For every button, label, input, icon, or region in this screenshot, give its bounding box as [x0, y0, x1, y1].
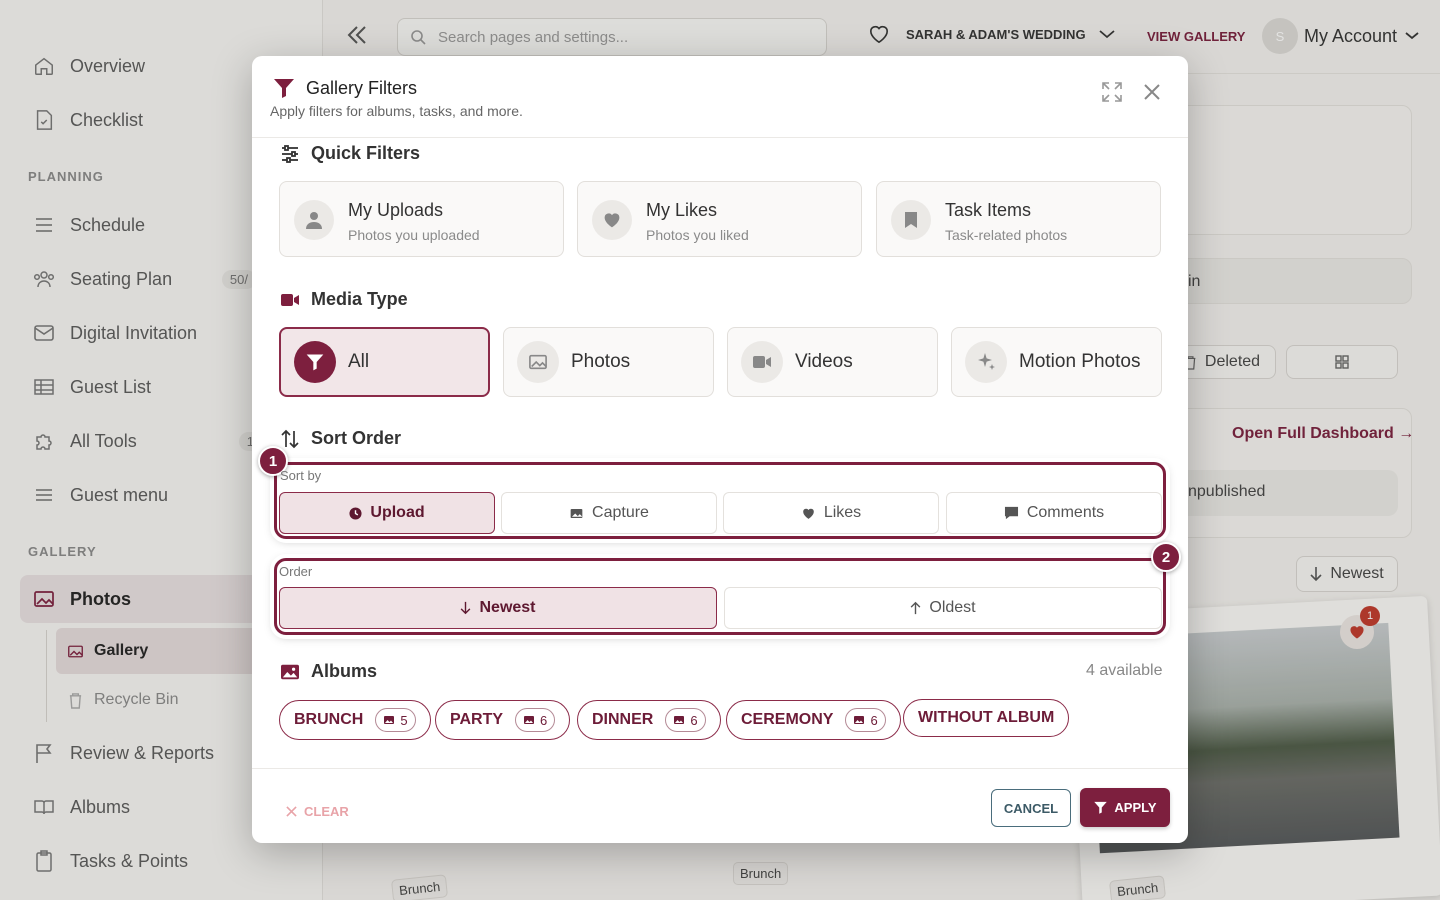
image-icon	[280, 663, 300, 681]
album-count-badge: 6	[515, 708, 556, 732]
heart-icon	[592, 200, 632, 240]
album-chip-without-album[interactable]: WITHOUT ALBUM	[903, 699, 1070, 737]
media-type-label: All	[348, 351, 370, 372]
clear-button[interactable]: CLEAR	[286, 804, 349, 819]
order-label: Order	[279, 564, 313, 579]
expand-icon[interactable]	[1100, 80, 1124, 109]
section-albums: Albums	[280, 661, 377, 682]
media-type-photos[interactable]: Photos	[503, 327, 714, 397]
arrow-down-icon	[460, 601, 471, 615]
sort-by-label-text: Likes	[823, 504, 862, 521]
cancel-button[interactable]: CANCEL	[991, 789, 1071, 827]
sort-by-label: Sort by	[280, 468, 322, 483]
heart-icon	[801, 507, 816, 520]
sort-by-label-text: Upload	[370, 504, 425, 521]
close-icon[interactable]	[1142, 82, 1162, 107]
section-media-type: Media Type	[280, 289, 408, 310]
sort-by-capture[interactable]: Capture	[501, 492, 717, 534]
album-count-badge: 5	[375, 708, 416, 732]
album-count-badge: 6	[665, 708, 706, 732]
sparkle-icon	[965, 341, 1007, 383]
album-chip-party[interactable]: PARTY 6	[435, 700, 571, 740]
section-sort-order: Sort Order	[280, 428, 401, 449]
album-name: PARTY	[450, 711, 504, 728]
album-count-badge: 6	[845, 708, 886, 732]
quick-filter-subtitle: Photos you liked	[646, 227, 749, 243]
funnel-icon	[294, 341, 336, 383]
media-type-label: Videos	[795, 351, 853, 372]
quick-filter-title: Task Items	[945, 200, 1032, 220]
media-type-label: Photos	[571, 351, 631, 372]
funnel-icon	[272, 76, 296, 105]
album-name: BRUNCH	[294, 711, 364, 728]
media-type-all[interactable]: All	[279, 327, 490, 397]
album-count: 5	[400, 712, 408, 728]
album-count: 6	[690, 712, 698, 728]
modal-header: Gallery Filters Apply filters for albums…	[252, 56, 1188, 138]
image-icon	[853, 715, 865, 725]
order-label-text: Newest	[479, 599, 536, 616]
order-oldest[interactable]: Oldest	[724, 587, 1162, 629]
album-chip-dinner[interactable]: DINNER 6	[577, 700, 721, 740]
clock-icon	[349, 506, 362, 520]
media-type-videos[interactable]: Videos	[727, 327, 938, 397]
image-icon	[569, 507, 584, 520]
apply-label: APPLY	[1114, 800, 1157, 815]
media-type-label: Motion Photos	[1019, 351, 1141, 372]
highlight-number: 2	[1151, 542, 1181, 572]
modal-footer: CLEAR CANCEL APPLY	[252, 768, 1188, 843]
sort-by-upload[interactable]: Upload	[279, 492, 495, 534]
image-icon	[383, 715, 395, 725]
sort-by-label-text: Capture	[592, 504, 649, 521]
comment-icon	[1004, 506, 1019, 520]
video-camera-icon	[280, 292, 300, 308]
section-title-text: Sort Order	[311, 428, 402, 448]
sort-by-likes[interactable]: Likes	[723, 492, 939, 534]
image-icon	[673, 715, 685, 725]
sliders-icon	[280, 144, 300, 163]
quick-filter-title: My Uploads	[348, 200, 444, 220]
album-name: CEREMONY	[741, 711, 834, 728]
gallery-filters-modal: Gallery Filters Apply filters for albums…	[252, 56, 1188, 843]
quick-filter-subtitle: Task-related photos	[945, 227, 1068, 243]
modal-subtitle: Apply filters for albums, tasks, and mor…	[270, 103, 523, 119]
quick-filter-my-likes[interactable]: My Likes Photos you liked	[577, 181, 862, 257]
sort-by-label-text: Comments	[1026, 504, 1105, 521]
quick-filter-subtitle: Photos you uploaded	[348, 227, 480, 243]
apply-button[interactable]: APPLY	[1080, 788, 1170, 827]
order-newest[interactable]: Newest	[279, 587, 717, 629]
sort-by-comments[interactable]: Comments	[946, 492, 1162, 534]
album-count: 6	[540, 712, 548, 728]
bookmark-icon	[891, 200, 931, 240]
image-icon	[523, 715, 535, 725]
arrow-up-icon	[910, 601, 921, 615]
album-count: 6	[870, 712, 878, 728]
sort-arrows-icon	[280, 429, 300, 449]
order-label-text: Oldest	[929, 599, 976, 616]
video-camera-icon	[741, 341, 783, 383]
section-quick-filters: Quick Filters	[280, 143, 420, 164]
album-name: WITHOUT ALBUM	[918, 709, 1055, 726]
user-icon	[294, 200, 334, 240]
section-title-text: Media Type	[311, 289, 408, 309]
clear-label: CLEAR	[304, 804, 349, 819]
section-title-text: Quick Filters	[311, 143, 421, 163]
funnel-icon	[1093, 800, 1108, 815]
quick-filter-my-uploads[interactable]: My Uploads Photos you uploaded	[279, 181, 564, 257]
section-title-text: Albums	[311, 661, 378, 681]
media-type-motion-photos[interactable]: Motion Photos	[951, 327, 1162, 397]
album-chip-brunch[interactable]: BRUNCH 5	[279, 700, 431, 740]
quick-filter-task-items[interactable]: Task Items Task-related photos	[876, 181, 1161, 257]
close-icon	[286, 806, 297, 817]
modal-title: Gallery Filters	[306, 78, 418, 98]
quick-filter-title: My Likes	[646, 200, 718, 220]
album-chip-ceremony[interactable]: CEREMONY 6	[726, 700, 901, 740]
image-icon	[517, 341, 559, 383]
albums-available-count: 4 available	[1086, 662, 1163, 679]
album-name: DINNER	[592, 711, 654, 728]
